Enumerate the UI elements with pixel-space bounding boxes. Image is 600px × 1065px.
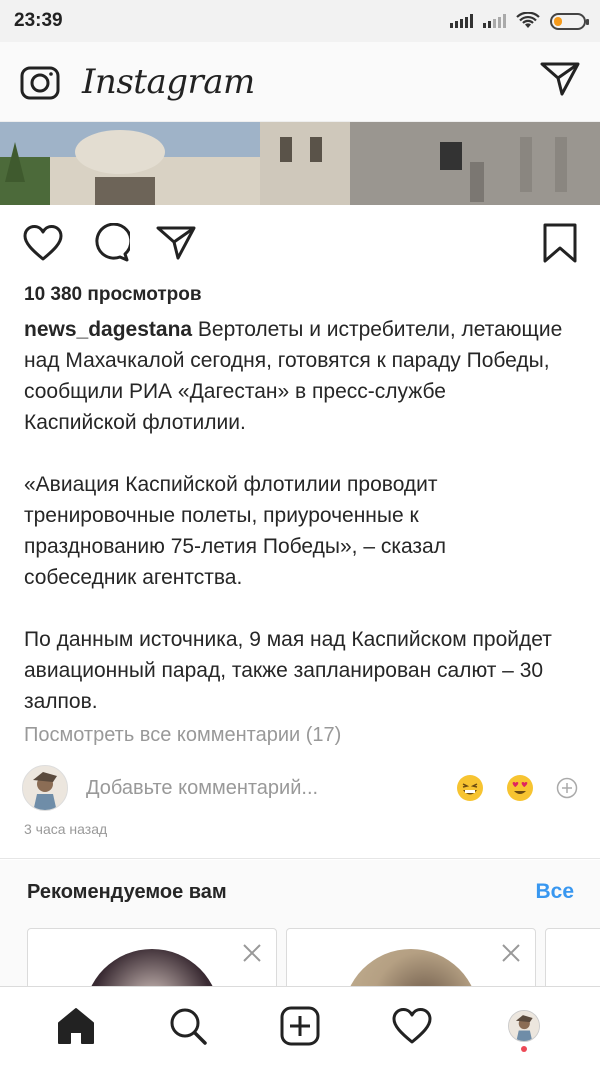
wifi-icon <box>516 12 540 28</box>
views-count[interactable]: 10 380 просмотров <box>24 284 202 306</box>
nav-profile[interactable] <box>494 996 554 1056</box>
add-reaction-icon[interactable] <box>556 777 578 799</box>
status-indicators <box>450 12 589 30</box>
activity-heart-icon[interactable] <box>391 1007 433 1045</box>
divider <box>0 858 600 859</box>
post-timestamp: 3 часа назад <box>24 821 108 837</box>
suggestion-card[interactable] <box>27 928 277 994</box>
suggestions-header: Рекомендуемое вам Все <box>0 860 600 924</box>
bookmark-icon[interactable] <box>542 222 578 264</box>
suggestion-cards <box>0 924 600 994</box>
heart-eyes-emoji-icon[interactable] <box>506 774 534 802</box>
post-image[interactable] <box>0 122 600 205</box>
add-comment-row: Добавьте комментарий... <box>22 764 578 812</box>
like-heart-icon[interactable] <box>22 224 64 262</box>
suggestion-card[interactable] <box>545 928 600 994</box>
profile-avatar[interactable] <box>508 1010 540 1042</box>
direct-send-icon[interactable] <box>540 61 580 97</box>
share-icon[interactable] <box>156 225 196 261</box>
suggestion-card[interactable] <box>286 928 536 994</box>
nav-activity[interactable] <box>382 996 442 1056</box>
nav-new-post[interactable] <box>270 996 330 1056</box>
status-bar: 23:39 <box>0 0 600 42</box>
search-icon[interactable] <box>168 1006 208 1046</box>
nav-search[interactable] <box>158 996 218 1056</box>
suggestions-title: Рекомендуемое вам <box>27 880 227 903</box>
caption-paragraph-3: По данным источника, 9 мая над Каспийско… <box>24 628 552 713</box>
camera-icon[interactable] <box>20 64 60 100</box>
post-username[interactable]: news_dagestana <box>24 318 192 341</box>
see-all-link[interactable]: Все <box>535 880 574 904</box>
app-header: Instagram <box>0 42 600 122</box>
post-caption: news_dagestana Вертолеты и истребители, … <box>24 314 564 717</box>
close-icon[interactable] <box>501 943 521 963</box>
post-actions <box>0 212 600 274</box>
home-icon[interactable] <box>56 1007 96 1045</box>
comment-input[interactable]: Добавьте комментарий... <box>86 777 318 800</box>
add-post-icon[interactable] <box>280 1006 320 1046</box>
signal-icon <box>450 14 473 28</box>
avatar[interactable] <box>22 765 68 811</box>
notification-dot <box>521 1046 527 1052</box>
view-all-comments-link[interactable]: Посмотреть все комментарии (17) <box>24 724 341 747</box>
instagram-logo[interactable]: Instagram <box>82 62 255 102</box>
bottom-nav <box>0 986 600 1065</box>
caption-paragraph-2: «Авиация Каспийской флотилии проводит тр… <box>24 473 446 589</box>
comment-icon[interactable] <box>90 223 130 263</box>
status-time: 23:39 <box>14 10 63 31</box>
battery-icon <box>550 12 589 30</box>
laughing-emoji-icon[interactable] <box>456 774 484 802</box>
signal-secondary-icon <box>483 14 506 28</box>
close-icon[interactable] <box>242 943 262 963</box>
nav-home[interactable] <box>46 996 106 1056</box>
